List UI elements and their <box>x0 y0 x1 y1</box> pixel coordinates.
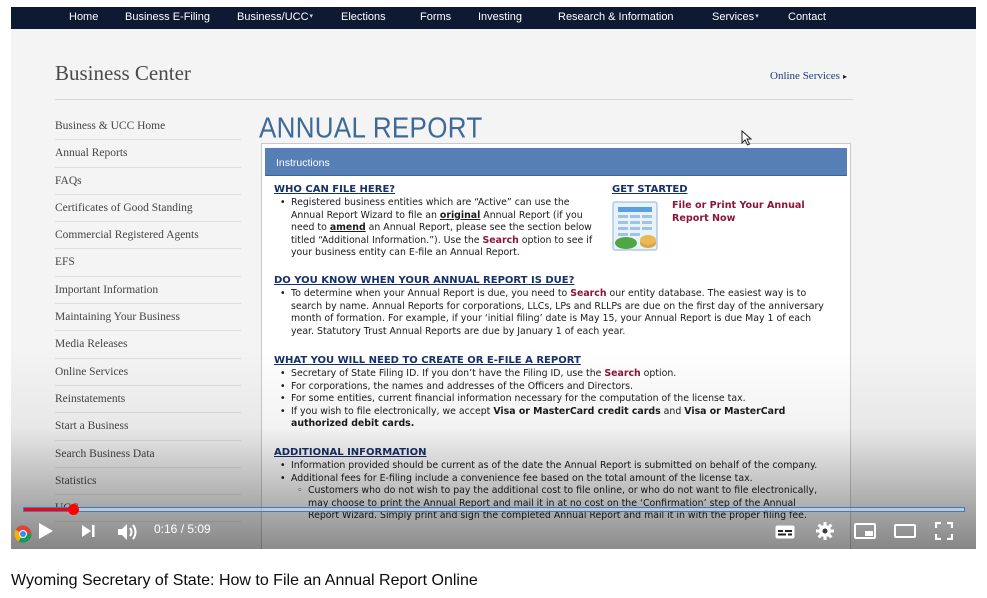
web-page: Business Center Online Services ▸ Busines… <box>11 29 976 549</box>
nav-business-e-filing: Business E-Filing <box>125 11 210 23</box>
what-you-need-section: WHAT YOU WILL NEED TO CREATE OR E-FILE A… <box>274 355 785 430</box>
list-item: For some entities, current financial inf… <box>274 393 785 406</box>
get-started-heading: GET STARTED <box>612 184 688 195</box>
progress-bar[interactable] <box>23 504 965 515</box>
caret-down-icon: ▾ <box>309 13 314 20</box>
chrome-icon <box>14 525 32 543</box>
caret-down-icon: ▾ <box>755 13 759 20</box>
online-services-link: Online Services ▸ <box>770 70 847 82</box>
sidebar-item-annual-reports: Annual Reports <box>55 140 241 168</box>
list-item: year. Statutory Trust Annual Reports are… <box>291 325 626 337</box>
business-center-title: Business Center <box>55 61 191 85</box>
list-item: Secretary of State Filing ID. If you don… <box>274 368 785 381</box>
miniplayer-icon[interactable] <box>854 523 876 539</box>
sidebar-item-online-services: Online Services <box>55 359 241 386</box>
video-player[interactable]: Home Business E-Filing Business/UCC▾ Ele… <box>11 7 976 549</box>
time-current: 0:16 <box>154 522 178 536</box>
player-controls: 0:16 / 5:09 <box>11 515 976 549</box>
file-annual-report-link: File or Print Your Annual Report Now <box>672 200 805 224</box>
sidebar-item-statistics: Statistics <box>55 468 241 496</box>
instructions-panel: Instructions WHO CAN FILE HERE? Register… <box>261 143 851 549</box>
next-icon[interactable] <box>81 524 95 538</box>
sidebar-item-faqs: FAQs <box>55 168 241 195</box>
volume-icon[interactable] <box>117 523 139 541</box>
list-item: need to amend an Annual Report, please s… <box>291 222 592 234</box>
list-item: titled “Additional Information.”). Use t… <box>291 234 593 246</box>
sidebar: Business & UCC Home Annual Reports FAQs … <box>55 113 241 523</box>
arrow-right-icon: ▸ <box>842 72 847 81</box>
play-icon[interactable] <box>38 522 54 540</box>
sidebar-item-commercial-agents: Commercial Registered Agents <box>55 222 241 250</box>
progress-played <box>24 508 73 511</box>
report-document-icon <box>612 201 658 251</box>
list-item: To determine when your Annual Report is … <box>274 288 824 301</box>
instructions-header: Instructions <box>265 148 847 176</box>
nav-investing: Investing <box>478 11 523 23</box>
subtitles-icon[interactable] <box>775 525 795 539</box>
video-title[interactable]: Wyoming Secretary of State: How to File … <box>11 572 478 590</box>
sidebar-item-search-business-data: Search Business Data <box>55 441 241 468</box>
sidebar-item-maintaining-business: Maintaining Your Business <box>55 304 241 332</box>
list-item: month of formation. For example, if your… <box>291 313 812 325</box>
who-can-file-section: WHO CAN FILE HERE? Registered business e… <box>274 184 592 259</box>
list-item: Registered business entities which are “… <box>274 197 592 210</box>
mouse-cursor-icon <box>741 130 753 146</box>
list-item: If you wish to file electronically, we a… <box>274 406 785 419</box>
list-item: Annual Report Wizard to file an original… <box>291 209 583 221</box>
sidebar-item-business-ucc-home: Business & UCC Home <box>55 113 241 141</box>
theater-mode-icon[interactable] <box>894 524 916 538</box>
sidebar-item-important-information: Important Information <box>55 277 241 305</box>
list-item: Customers who do not wish to pay the add… <box>274 485 817 498</box>
list-item: search by name. Annual Reports for corpo… <box>291 300 824 312</box>
nav-elections: Elections <box>341 11 386 23</box>
sidebar-item-media-releases: Media Releases <box>55 331 241 359</box>
nav-forms: Forms <box>420 11 452 23</box>
additional-info-heading: ADDITIONAL INFORMATION <box>274 447 427 458</box>
list-item: authorized debit cards. <box>291 418 415 430</box>
what-you-need-heading: WHAT YOU WILL NEED TO CREATE OR E-FILE A… <box>274 355 581 366</box>
fullscreen-icon[interactable] <box>935 522 953 540</box>
list-item: For corporations, the names and addresse… <box>274 381 785 394</box>
sidebar-item-certificates: Certificates of Good Standing <box>55 195 241 223</box>
sidebar-item-efs: EFS <box>55 249 241 277</box>
time-total: 5:09 <box>187 522 211 536</box>
when-due-heading: DO YOU KNOW WHEN YOUR ANNUAL REPORT IS D… <box>274 275 575 286</box>
sidebar-item-start-business: Start a Business <box>55 413 241 441</box>
divider <box>55 99 853 100</box>
annual-report-heading: ANNUAL REPORT <box>259 111 483 144</box>
scrubber-handle[interactable] <box>67 504 79 515</box>
gear-icon[interactable] <box>816 522 834 540</box>
list-item: Information provided should be current a… <box>274 460 817 473</box>
list-item: Additional fees for E-filing include a c… <box>274 473 817 486</box>
list-item: your business entity can E-file an Annua… <box>291 247 520 259</box>
when-due-section: DO YOU KNOW WHEN YOUR ANNUAL REPORT IS D… <box>274 275 824 338</box>
nav-services: Services▾ <box>712 11 759 23</box>
time-display: 0:16 / 5:09 <box>154 522 211 536</box>
site-nav-bar: Home Business E-Filing Business/UCC▾ Ele… <box>11 7 976 29</box>
nav-research-information: Research & Information <box>558 11 674 23</box>
nav-contact: Contact <box>788 11 826 23</box>
sidebar-item-reinstatements: Reinstatements <box>55 386 241 414</box>
nav-home: Home <box>69 11 99 23</box>
get-started-section: GET STARTED File or Print Your Annual Re… <box>612 184 805 251</box>
nav-business-ucc: Business/UCC▾ <box>237 11 314 23</box>
who-can-file-heading: WHO CAN FILE HERE? <box>274 184 396 195</box>
